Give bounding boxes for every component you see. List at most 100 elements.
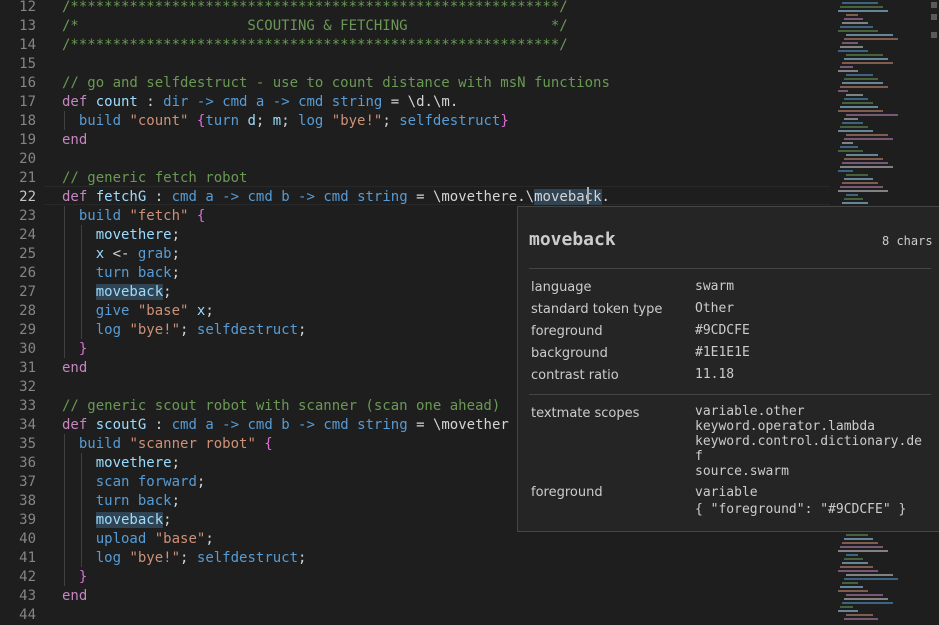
code-line[interactable]: x <- grab; xyxy=(62,245,180,264)
code-line[interactable]: // generic scout robot with scanner (sca… xyxy=(62,397,500,416)
line-number[interactable]: 27 xyxy=(0,283,36,302)
code-token: moveback xyxy=(96,512,163,528)
code-token: ; xyxy=(172,455,180,471)
minimap-row xyxy=(838,110,883,112)
line-number[interactable]: 22 xyxy=(0,188,36,207)
code-token: /* SCOUTING & FETCHING */ xyxy=(62,18,568,34)
minimap-row xyxy=(838,50,868,52)
line-number[interactable]: 13 xyxy=(0,17,36,36)
code-line[interactable]: moveback; xyxy=(62,511,172,530)
line-number[interactable]: 44 xyxy=(0,606,36,625)
line-number[interactable]: 20 xyxy=(0,150,36,169)
code-line[interactable]: end xyxy=(62,359,87,378)
code-line[interactable]: /***************************************… xyxy=(62,0,568,17)
foreground-rule-key: foreground xyxy=(531,485,603,500)
line-number[interactable]: 37 xyxy=(0,473,36,492)
line-number[interactable]: 25 xyxy=(0,245,36,264)
code-token: a -> xyxy=(247,94,298,110)
code-token: : xyxy=(146,189,171,205)
line-number[interactable]: 28 xyxy=(0,302,36,321)
line-number[interactable]: 36 xyxy=(0,454,36,473)
line-number[interactable]: 16 xyxy=(0,74,36,93)
line-number[interactable]: 42 xyxy=(0,568,36,587)
line-number[interactable]: 31 xyxy=(0,359,36,378)
code-line[interactable]: // go and selfdestruct - use to count di… xyxy=(62,74,610,93)
code-line[interactable]: def count : dir -> cmd a -> cmd string =… xyxy=(62,93,458,112)
code-token: fetchG xyxy=(96,189,147,205)
code-line[interactable]: def scoutG : cmd a -> cmd b -> cmd strin… xyxy=(62,416,509,435)
code-token: ; xyxy=(163,512,171,528)
property-value: #9CDCFE xyxy=(695,323,750,338)
code-line[interactable]: movethere; xyxy=(62,226,180,245)
code-line[interactable]: end xyxy=(62,587,87,606)
line-number-gutter[interactable]: 12 13 14 15 16 17 18 19 20 21 22 23 24 25 26 27 28 29 30 31… xyxy=(0,0,44,622)
line-number[interactable]: 19 xyxy=(0,131,36,150)
code-line[interactable]: log "bye!"; selfdestruct; xyxy=(62,321,306,340)
line-number[interactable]: 32 xyxy=(0,378,36,397)
minimap-row xyxy=(844,158,883,160)
line-number[interactable]: 43 xyxy=(0,587,36,606)
code-line[interactable]: turn back; xyxy=(62,264,180,283)
code-token: . xyxy=(602,189,610,205)
line-number[interactable]: 24 xyxy=(0,226,36,245)
code-line[interactable]: end xyxy=(62,131,87,150)
code-token: end xyxy=(62,588,87,604)
code-line[interactable]: movethere; xyxy=(62,454,180,473)
code-line[interactable]: moveback; xyxy=(62,283,172,302)
code-line[interactable]: } xyxy=(62,568,87,587)
text-cursor xyxy=(587,187,589,204)
code-token: x xyxy=(188,303,205,319)
code-token: ; xyxy=(281,113,298,129)
minimap-row xyxy=(844,138,893,140)
code-token: grab xyxy=(138,246,172,262)
line-number[interactable]: 33 xyxy=(0,397,36,416)
code-line[interactable]: build "fetch" { xyxy=(62,207,205,226)
line-number[interactable]: 41 xyxy=(0,549,36,568)
code-token: give xyxy=(62,303,129,319)
code-line[interactable]: def fetchG : cmd a -> cmd b -> cmd strin… xyxy=(62,188,610,207)
code-line[interactable]: upload "base"; xyxy=(62,530,214,549)
code-token: scoutG xyxy=(96,417,147,433)
code-line[interactable]: } xyxy=(62,340,87,359)
code-line[interactable]: // generic fetch robot xyxy=(62,169,247,188)
code-line[interactable]: give "base" x; xyxy=(62,302,214,321)
minimap-row xyxy=(842,142,853,144)
code-token: x xyxy=(62,246,104,262)
code-line[interactable]: turn back; xyxy=(62,492,180,511)
line-number[interactable]: 15 xyxy=(0,55,36,74)
minimap-row xyxy=(844,558,863,560)
line-number[interactable]: 30 xyxy=(0,340,36,359)
line-number[interactable]: 12 xyxy=(0,0,36,17)
line-number[interactable]: 14 xyxy=(0,36,36,55)
line-number[interactable]: 39 xyxy=(0,511,36,530)
code-line[interactable]: /***************************************… xyxy=(62,36,568,55)
minimap-row xyxy=(838,170,853,172)
line-number[interactable]: 17 xyxy=(0,93,36,112)
line-number[interactable]: 40 xyxy=(0,530,36,549)
line-number[interactable]: 29 xyxy=(0,321,36,340)
code-token: cmd xyxy=(298,94,323,110)
code-token: \m xyxy=(433,94,450,110)
line-number[interactable]: 21 xyxy=(0,169,36,188)
line-number[interactable]: 26 xyxy=(0,264,36,283)
line-number[interactable]: 35 xyxy=(0,435,36,454)
line-number[interactable]: 34 xyxy=(0,416,36,435)
code-line[interactable]: build "count" {turn d; m; log "bye!"; se… xyxy=(62,112,509,131)
minimap-row xyxy=(846,54,883,56)
code-token: cmd xyxy=(247,189,272,205)
code-token: <- xyxy=(104,246,138,262)
code-token: ; xyxy=(205,303,213,319)
line-number[interactable]: 23 xyxy=(0,207,36,226)
code-line[interactable]: log "bye!"; selfdestruct; xyxy=(62,549,306,568)
code-line[interactable]: build "scanner robot" { xyxy=(62,435,273,454)
code-line[interactable]: scan forward; xyxy=(62,473,205,492)
line-number[interactable]: 18 xyxy=(0,112,36,131)
code-token: b -> xyxy=(273,417,324,433)
code-token: forward xyxy=(129,474,196,490)
code-token: /***************************************… xyxy=(62,37,568,53)
minimap-row xyxy=(844,598,888,600)
line-number[interactable]: 38 xyxy=(0,492,36,511)
minimap-row xyxy=(838,550,888,552)
code-token: : xyxy=(146,417,171,433)
code-line[interactable]: /* SCOUTING & FETCHING */ xyxy=(62,17,568,36)
